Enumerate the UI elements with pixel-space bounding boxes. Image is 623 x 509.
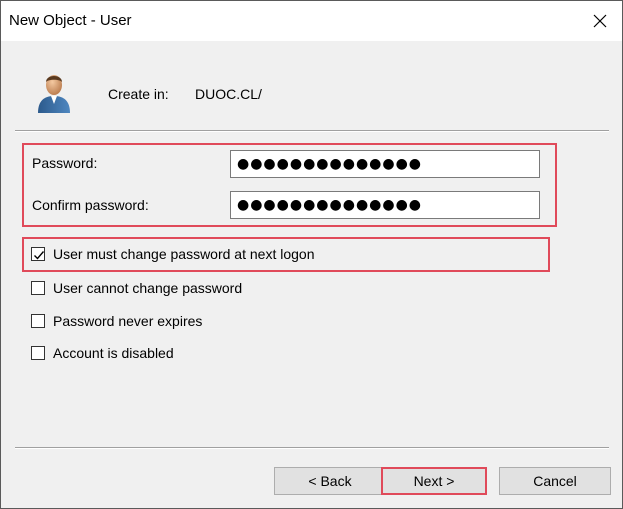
user-icon	[38, 75, 70, 113]
back-button[interactable]: < Back	[274, 467, 386, 495]
window-title: New Object - User	[9, 12, 132, 29]
cancel-button[interactable]: Cancel	[499, 467, 611, 495]
must-change-password-option[interactable]: User must change password at next logon	[31, 245, 314, 263]
password-never-expires-checkbox[interactable]	[31, 314, 45, 328]
confirm-password-label: Confirm password:	[32, 197, 149, 213]
must-change-password-checkbox[interactable]	[31, 247, 45, 261]
checkmark-icon	[34, 251, 45, 260]
password-never-expires-option[interactable]: Password never expires	[31, 312, 202, 330]
next-button[interactable]: Next >	[381, 467, 487, 495]
cannot-change-password-option[interactable]: User cannot change password	[31, 279, 242, 297]
cannot-change-password-label: User cannot change password	[53, 280, 243, 296]
separator	[15, 130, 609, 132]
separator	[15, 447, 609, 449]
confirm-password-input[interactable]: ●●●●●●●●●●●●●●	[230, 191, 540, 219]
close-icon	[593, 14, 607, 28]
account-disabled-checkbox[interactable]	[31, 346, 45, 360]
cannot-change-password-checkbox[interactable]	[31, 281, 45, 295]
create-in-path: DUOC.CL/	[195, 86, 262, 102]
password-never-expires-label: Password never expires	[53, 313, 203, 329]
title-bar: New Object - User	[1, 1, 622, 41]
password-label: Password:	[32, 155, 98, 171]
password-input[interactable]: ●●●●●●●●●●●●●●	[230, 150, 540, 178]
create-in-label: Create in:	[108, 86, 169, 102]
account-disabled-label: Account is disabled	[53, 345, 174, 361]
account-disabled-option[interactable]: Account is disabled	[31, 344, 174, 362]
must-change-password-label: User must change password at next logon	[53, 246, 315, 262]
close-button[interactable]	[578, 1, 622, 41]
dialog-window: New Object - User Create in: DUOC.CL/ Pa…	[0, 0, 623, 509]
